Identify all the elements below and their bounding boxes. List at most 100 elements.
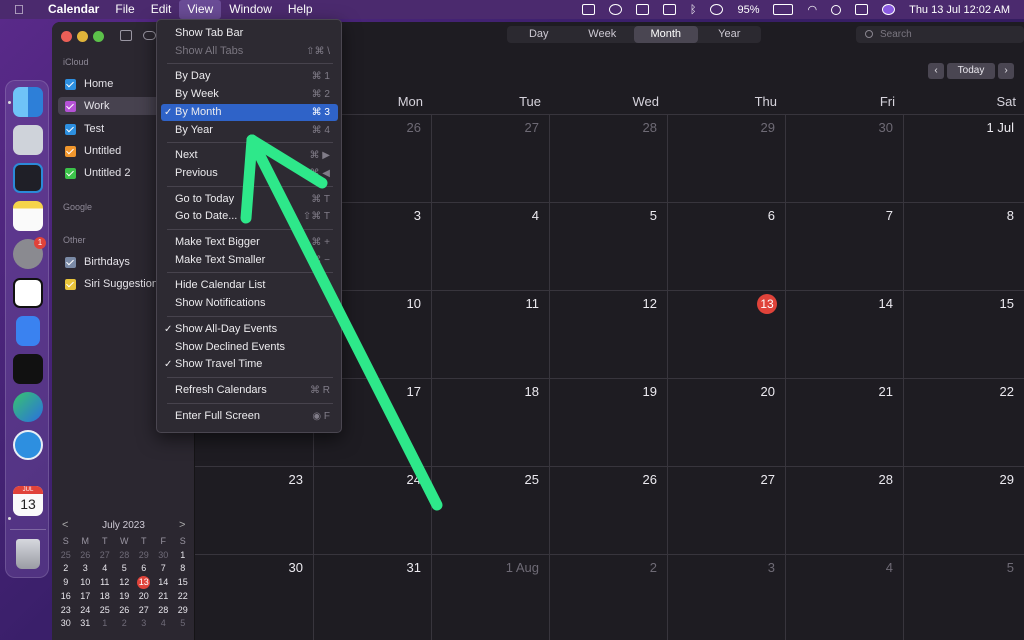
mini-day-cell[interactable]: 26 [115,605,135,616]
day-cell-number[interactable]: 24 [381,472,421,487]
checkbox-icon[interactable] [65,145,76,157]
mini-day-cell[interactable]: 3 [76,563,96,574]
mini-day-cell[interactable]: 20 [134,591,154,602]
day-cell-number[interactable]: 27 [735,472,775,487]
notion-icon[interactable] [13,278,43,308]
mini-day-cell[interactable]: 29 [134,550,154,561]
day-cell-number[interactable]: 4 [499,208,539,223]
day-cell-number[interactable]: 5 [617,208,657,223]
menu-item-refresh-calendars[interactable]: Refresh Calendars ⌘ R [161,382,338,399]
mini-day-cell[interactable]: 15 [173,577,193,588]
day-cell-number[interactable]: 4 [853,560,893,575]
menu-item-by-year[interactable]: By Year ⌘ 4 [161,122,338,139]
status-clipboard-icon[interactable] [635,4,649,15]
mini-day-cell[interactable]: 8 [173,563,193,574]
menu-item-previous[interactable]: Previous ⌘ ◀ [161,165,338,182]
mini-day-cell[interactable]: 1 [173,550,193,561]
day-cell-number[interactable]: 29 [735,120,775,135]
trash-icon[interactable] [16,539,40,569]
menu-help[interactable]: Help [280,0,321,19]
day-cell-number[interactable]: 7 [853,208,893,223]
mini-day-cell[interactable]: 29 [173,605,193,616]
tab-year[interactable]: Year [698,26,762,43]
today-marker[interactable]: 13 [757,294,777,314]
mini-day-cell[interactable]: 12 [115,577,135,588]
mini-day-cell[interactable]: 2 [56,563,76,574]
day-cell-number[interactable]: 8 [974,208,1014,223]
google-docs-icon[interactable] [16,316,40,346]
apple-menu-icon[interactable]:  [14,2,32,17]
day-cell-number[interactable]: 27 [499,120,539,135]
day-cell-number[interactable]: 20 [735,384,775,399]
day-cell-number[interactable]: 30 [853,120,893,135]
menu-item-enter-full-screen[interactable]: Enter Full Screen ◉ F [161,408,338,425]
calendar-item-test[interactable]: Test [65,120,104,138]
mini-next-month-button[interactable]: > [179,519,185,531]
checkbox-icon[interactable] [65,167,76,179]
mini-day-cell[interactable]: 4 [95,563,115,574]
notes-icon[interactable] [13,201,43,231]
mini-day-cell[interactable]: 14 [154,577,174,588]
day-cell-number[interactable]: 23 [263,472,303,487]
vscode-icon[interactable] [13,163,43,193]
day-cell-number[interactable]: 11 [499,296,540,311]
menu-item-next[interactable]: Next ⌘ ▶ [161,147,338,164]
next-month-button[interactable]: › [998,63,1014,79]
menu-item-show-travel-time[interactable]: ✓ Show Travel Time [161,356,338,373]
menu-item-by-day[interactable]: By Day ⌘ 1 [161,68,338,85]
calendar-item-untitled[interactable]: Untitled [65,142,121,160]
day-cell-number[interactable]: 31 [381,560,421,575]
day-cell-number[interactable]: 15 [974,296,1014,311]
status-timer-icon[interactable] [608,4,622,15]
close-window-button[interactable] [61,31,72,42]
menu-item-by-week[interactable]: By Week ⌘ 2 [161,86,338,103]
menu-app-calendar[interactable]: Calendar [40,0,107,19]
calendar-dock-icon[interactable]: JUL 13 [13,486,43,516]
mini-day-cell[interactable]: 5 [115,563,135,574]
mini-day-cell[interactable]: 3 [134,618,154,629]
search-input[interactable]: Search [856,26,1024,43]
day-cell-number[interactable]: 5 [974,560,1014,575]
day-cell-number[interactable]: 2 [617,560,657,575]
minimize-window-button[interactable] [77,31,88,42]
mini-day-cell[interactable]: 25 [56,550,76,561]
menu-item-make-text-bigger[interactable]: Make Text Bigger ⌘ + [161,234,338,251]
calendar-item-birthdays[interactable]: Birthdays [65,253,130,271]
day-cell-number[interactable]: 1 Jul [974,120,1014,135]
day-cell-number[interactable]: 17 [381,384,421,399]
apple-tv-icon[interactable] [13,354,43,384]
siri-icon[interactable] [882,4,896,15]
calendar-item-work[interactable]: Work [58,97,164,115]
menu-edit[interactable]: Edit [143,0,180,19]
mini-day-cell[interactable]: 31 [76,618,96,629]
control-center-icon[interactable] [855,4,869,15]
day-cell-number[interactable]: 28 [853,472,893,487]
menu-item-make-text-smaller[interactable]: Make Text Smaller ⌘ − [161,252,338,269]
spotlight-search-icon[interactable] [831,4,842,15]
menu-file[interactable]: File [107,0,142,19]
mini-day-cell[interactable]: 30 [154,550,174,561]
checkbox-icon[interactable] [65,100,76,112]
menu-item-go-to-date[interactable]: Go to Date... ⇧⌘ T [161,208,338,225]
day-cell-number[interactable]: 19 [617,384,657,399]
mini-day-cell[interactable]: 7 [154,563,174,574]
tab-month[interactable]: Month [634,26,698,43]
previous-month-button[interactable]: ‹ [928,63,944,79]
menu-item-show-all-tabs[interactable]: Show All Tabs ⇧⌘ \ [161,43,338,60]
menu-item-show-notifications[interactable]: Show Notifications [161,295,338,312]
bluetooth-icon[interactable]: ᛒ [690,4,697,16]
mini-day-cell[interactable]: 30 [56,618,76,629]
day-cell-number[interactable]: 30 [263,560,303,575]
mini-day-cell[interactable]: 25 [95,605,115,616]
day-cell-number[interactable]: 26 [381,120,421,135]
battery-icon[interactable] [773,4,794,15]
day-cell-number[interactable]: 28 [617,120,657,135]
menu-item-show-all-day-events[interactable]: ✓ Show All-Day Events [161,321,338,338]
day-cell-number[interactable]: 10 [381,296,421,311]
wifi-icon[interactable]: ◠ [807,3,817,16]
day-cell-number[interactable]: 29 [974,472,1014,487]
status-app-icon[interactable] [581,4,595,15]
mini-day-cell[interactable]: 27 [134,605,154,616]
checkbox-icon[interactable] [65,278,76,290]
menu-item-show-declined-events[interactable]: Show Declined Events [161,339,338,356]
